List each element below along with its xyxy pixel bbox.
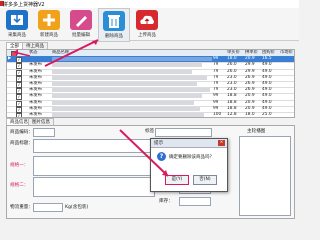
annotation-arrows <box>13 39 169 177</box>
